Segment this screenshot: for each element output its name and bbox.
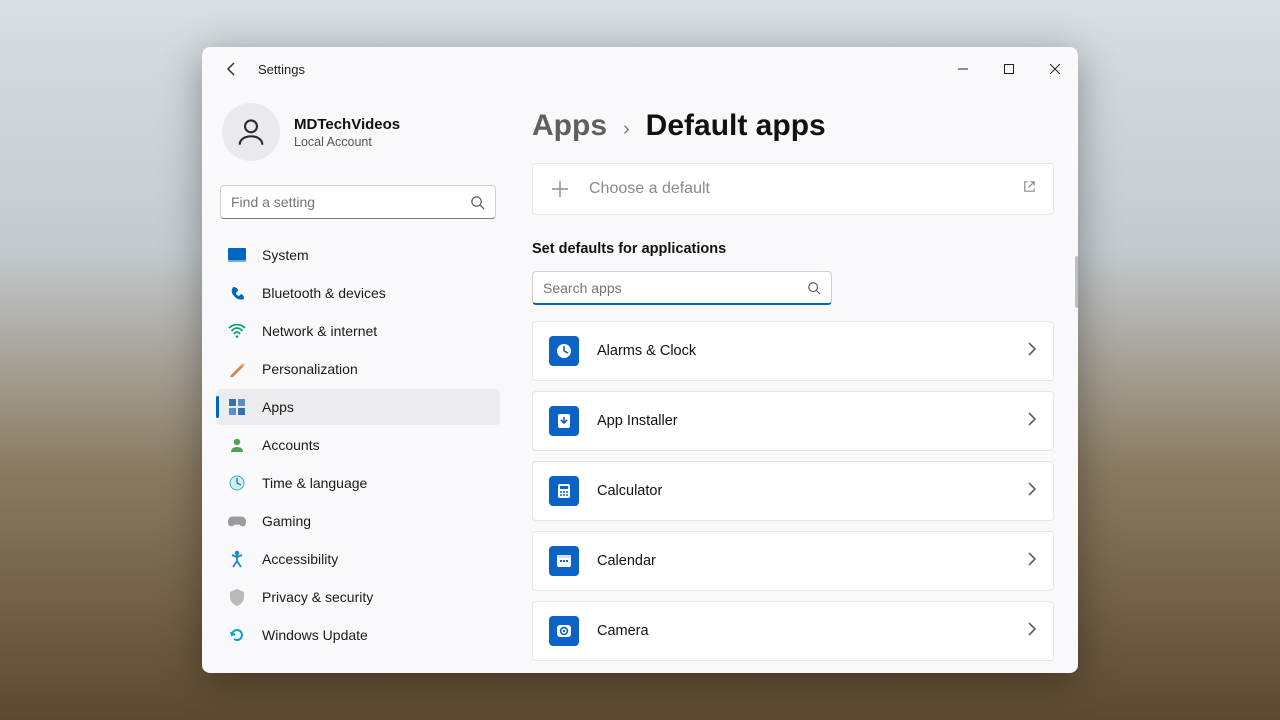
app-row-app-installer[interactable]: App Installer: [532, 391, 1054, 451]
sidebar-item-bluetooth-devices[interactable]: Bluetooth & devices: [216, 275, 500, 311]
plus-icon: [549, 178, 571, 200]
app-label: Calculator: [597, 483, 662, 499]
sidebar: MDTechVideos Local Account System Bluetoo…: [202, 91, 514, 673]
sidebar-item-label: Personalization: [262, 361, 358, 377]
nav-icon: [228, 246, 246, 264]
app-label: App Installer: [597, 413, 678, 429]
choose-default-label: Choose a default: [589, 180, 710, 198]
chevron-right-icon: [1027, 552, 1037, 571]
window-title: Settings: [258, 62, 305, 77]
sidebar-item-personalization[interactable]: Personalization: [216, 351, 500, 387]
open-external-icon: [1022, 179, 1037, 199]
section-heading: Set defaults for applications: [532, 241, 1054, 257]
chevron-right-icon: [1027, 622, 1037, 641]
chevron-right-icon: [1027, 342, 1037, 361]
app-search-input[interactable]: [543, 280, 807, 296]
breadcrumb-parent[interactable]: Apps: [532, 109, 607, 143]
nav-icon: [228, 626, 246, 644]
nav-icon: [228, 322, 246, 340]
nav-icon: [228, 284, 246, 302]
search-icon: [807, 281, 821, 295]
settings-window: Settings MDTechVideos Local Account: [202, 47, 1078, 673]
sidebar-nav: System Bluetooth & devices Network & inter…: [216, 237, 500, 653]
sidebar-item-label: Windows Update: [262, 627, 368, 643]
chevron-right-icon: ›: [623, 118, 630, 141]
person-icon: [234, 115, 268, 149]
app-row-calculator[interactable]: Calculator: [532, 461, 1054, 521]
sidebar-item-label: Privacy & security: [262, 589, 373, 605]
minimize-button[interactable]: [940, 53, 986, 85]
sidebar-item-label: Time & language: [262, 475, 367, 491]
choose-default-card[interactable]: Choose a default: [532, 163, 1054, 215]
app-label: Calendar: [597, 553, 656, 569]
sidebar-item-label: System: [262, 247, 309, 263]
sidebar-item-time-language[interactable]: Time & language: [216, 465, 500, 501]
breadcrumb: Apps › Default apps: [532, 109, 1054, 143]
app-label: Camera: [597, 623, 649, 639]
nav-icon: [228, 512, 246, 530]
app-row-camera[interactable]: Camera: [532, 601, 1054, 661]
sidebar-item-label: Accounts: [262, 437, 320, 453]
nav-icon: [228, 550, 246, 568]
sidebar-item-windows-update[interactable]: Windows Update: [216, 617, 500, 653]
app-tile-icon: [549, 476, 579, 506]
search-icon: [470, 195, 485, 210]
sidebar-item-label: Bluetooth & devices: [262, 285, 386, 301]
sidebar-item-label: Apps: [262, 399, 294, 415]
app-tile-icon: [549, 546, 579, 576]
sidebar-item-gaming[interactable]: Gaming: [216, 503, 500, 539]
maximize-button[interactable]: [986, 53, 1032, 85]
app-row-alarms-clock[interactable]: Alarms & Clock: [532, 321, 1054, 381]
app-label: Alarms & Clock: [597, 343, 696, 359]
chevron-right-icon: [1027, 412, 1037, 431]
titlebar: Settings: [202, 47, 1078, 91]
app-tile-icon: [549, 336, 579, 366]
sidebar-item-network-internet[interactable]: Network & internet: [216, 313, 500, 349]
app-list: Alarms & Clock App Installer Calculator Cal…: [532, 321, 1054, 661]
app-search[interactable]: [532, 271, 832, 305]
sidebar-item-accessibility[interactable]: Accessibility: [216, 541, 500, 577]
settings-search[interactable]: [220, 185, 496, 219]
sidebar-item-apps[interactable]: Apps: [216, 389, 500, 425]
nav-icon: [228, 588, 246, 606]
nav-icon: [228, 436, 246, 454]
sidebar-item-accounts[interactable]: Accounts: [216, 427, 500, 463]
arrow-left-icon: [224, 61, 240, 77]
sidebar-item-label: Accessibility: [262, 551, 338, 567]
sidebar-item-privacy-security[interactable]: Privacy & security: [216, 579, 500, 615]
window-controls: [940, 53, 1078, 85]
back-button[interactable]: [212, 49, 252, 89]
settings-search-input[interactable]: [231, 194, 470, 210]
close-button[interactable]: [1032, 53, 1078, 85]
nav-icon: [228, 398, 246, 416]
app-row-calendar[interactable]: Calendar: [532, 531, 1054, 591]
sidebar-item-label: Gaming: [262, 513, 311, 529]
user-subtitle: Local Account: [294, 135, 400, 149]
sidebar-item-label: Network & internet: [262, 323, 377, 339]
nav-icon: [228, 360, 246, 378]
sidebar-item-system[interactable]: System: [216, 237, 500, 273]
chevron-right-icon: [1027, 482, 1037, 501]
nav-icon: [228, 474, 246, 492]
app-tile-icon: [549, 406, 579, 436]
avatar: [222, 103, 280, 161]
user-block[interactable]: MDTechVideos Local Account: [216, 91, 500, 181]
user-name: MDTechVideos: [294, 116, 400, 133]
scrollbar[interactable]: [1075, 256, 1078, 308]
content-area: Apps › Default apps Choose a default Set…: [514, 91, 1078, 673]
app-tile-icon: [549, 616, 579, 646]
breadcrumb-current: Default apps: [646, 109, 826, 143]
